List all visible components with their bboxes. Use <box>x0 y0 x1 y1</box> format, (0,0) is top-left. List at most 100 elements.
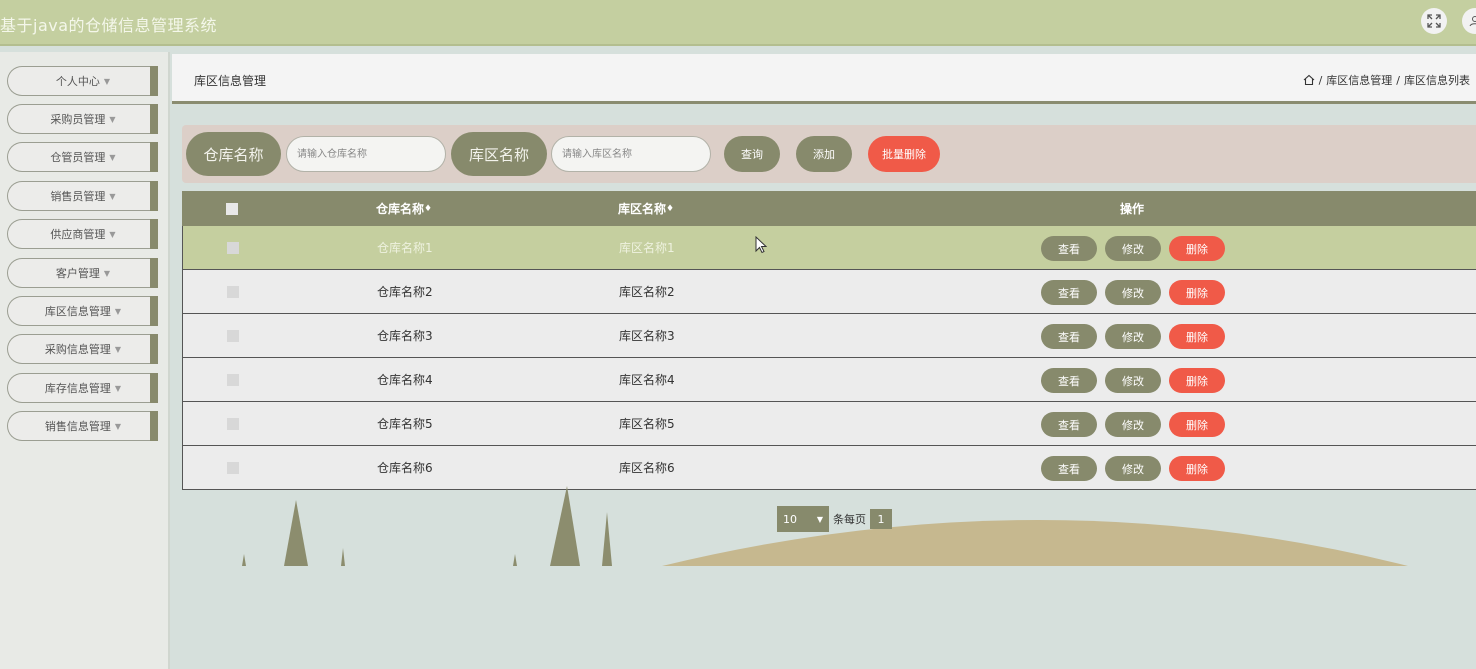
caret-down-icon: ▼ <box>114 383 122 393</box>
page-size-select[interactable]: 10 ▼ <box>777 506 829 532</box>
sidebar-item-salesperson[interactable]: 销售员管理 ▼ <box>7 181 158 211</box>
sidebar-item-marker <box>150 296 158 326</box>
sidebar-item-label: 销售信息管理 <box>44 420 111 433</box>
delete-button[interactable]: 删除 <box>1169 412 1225 437</box>
view-button[interactable]: 查看 <box>1041 456 1097 481</box>
caret-down-icon: ▼ <box>114 306 122 316</box>
sidebar-item-warehouse-keeper[interactable]: 仓管员管理 ▼ <box>7 142 158 172</box>
table-row[interactable]: 仓库名称4 库区名称4 查看 修改 删除 <box>182 358 1476 402</box>
view-button[interactable]: 查看 <box>1041 412 1097 437</box>
column-header-actions: 操作 <box>1120 202 1145 216</box>
row-actions: 查看 修改 删除 <box>1041 236 1225 261</box>
row-checkbox[interactable] <box>227 241 239 254</box>
column-header-warehouse[interactable]: 仓库名称 ♦ <box>376 191 432 226</box>
sidebar: 个人中心 ▼ 采购员管理 ▼ 仓管员管理 ▼ 销售员管理 ▼ 供应商管理 ▼ 客户管理 ▼ … <box>0 52 170 669</box>
table-row[interactable]: 仓库名称2 库区名称2 查看 修改 删除 <box>182 270 1476 314</box>
fullscreen-button[interactable] <box>1421 8 1447 34</box>
view-button[interactable]: 查看 <box>1041 280 1097 305</box>
sidebar-item-customer[interactable]: 客户管理 ▼ <box>7 258 158 288</box>
edit-button[interactable]: 修改 <box>1105 456 1161 481</box>
sidebar-item-label: 仓管员管理 <box>50 151 106 164</box>
column-header-label: 仓库名称 <box>376 202 425 216</box>
table-row[interactable]: 仓库名称5 库区名称5 查看 修改 删除 <box>182 402 1476 446</box>
caret-down-icon: ▼ <box>114 344 122 354</box>
zone-name-cell: 库区名称3 <box>619 329 675 343</box>
table-header: 仓库名称 ♦ 库区名称 ♦ 操作 <box>182 191 1476 226</box>
breadcrumb-bar: 库区信息管理 / 库区信息管理 / 库区信息列表 <box>172 54 1476 104</box>
view-button[interactable]: 查看 <box>1041 368 1097 393</box>
per-page-label: 条每页 <box>833 513 866 526</box>
query-button[interactable]: 查询 <box>724 136 780 172</box>
page-number-current[interactable]: 1 <box>870 509 892 529</box>
zone-name-input[interactable] <box>551 136 711 172</box>
row-checkbox[interactable] <box>227 461 239 474</box>
warehouse-name-cell: 仓库名称3 <box>377 329 433 343</box>
row-actions: 查看 修改 删除 <box>1041 368 1225 393</box>
row-checkbox[interactable] <box>227 329 239 342</box>
row-checkbox[interactable] <box>227 373 239 386</box>
pagination: 10 ▼ 条每页 1 <box>777 506 892 532</box>
column-header-zone[interactable]: 库区名称 ♦ <box>618 191 674 226</box>
warehouse-name-input[interactable] <box>286 136 446 172</box>
edit-button[interactable]: 修改 <box>1105 280 1161 305</box>
add-button[interactable]: 添加 <box>796 136 852 172</box>
fullscreen-icon <box>1427 14 1441 28</box>
zone-name-cell: 库区名称5 <box>619 417 675 431</box>
breadcrumb-item-zone-management[interactable]: 库区信息管理 <box>1326 72 1392 88</box>
mouse-cursor-icon <box>755 236 767 254</box>
view-button[interactable]: 查看 <box>1041 324 1097 349</box>
sidebar-item-label: 采购信息管理 <box>44 343 111 356</box>
delete-button[interactable]: 删除 <box>1169 324 1225 349</box>
app-title: 基于java的仓储信息管理系统 <box>0 16 218 35</box>
edit-button[interactable]: 修改 <box>1105 324 1161 349</box>
caret-down-icon: ▼ <box>109 229 116 239</box>
edit-button[interactable]: 修改 <box>1105 412 1161 437</box>
table-row[interactable]: 仓库名称3 库区名称3 查看 修改 删除 <box>182 314 1476 358</box>
sidebar-item-purchaser[interactable]: 采购员管理 ▼ <box>7 104 158 134</box>
sidebar-item-inventory-info[interactable]: 库存信息管理 ▼ <box>7 373 158 403</box>
batch-delete-button[interactable]: 批量删除 <box>868 136 940 172</box>
sidebar-item-label: 销售员管理 <box>50 190 106 203</box>
sidebar-item-label: 个人中心 <box>55 75 100 88</box>
sidebar-item-marker <box>150 219 158 249</box>
search-panel: 仓库名称 库区名称 查询 添加 批量删除 <box>182 125 1476 183</box>
zone-name-cell: 库区名称1 <box>619 241 675 255</box>
breadcrumb-separator: / <box>1396 73 1400 87</box>
breadcrumb-item-zone-list: 库区信息列表 <box>1404 74 1470 87</box>
sidebar-item-marker <box>150 142 158 172</box>
delete-button[interactable]: 删除 <box>1169 368 1225 393</box>
sort-icon: ♦ <box>666 203 675 214</box>
user-button[interactable] <box>1462 8 1476 34</box>
row-checkbox[interactable] <box>227 285 239 298</box>
caret-down-icon: ▼ <box>109 191 116 201</box>
sidebar-item-sales-info[interactable]: 销售信息管理 ▼ <box>7 411 158 441</box>
sidebar-item-zone-info[interactable]: 库区信息管理 ▼ <box>7 296 158 326</box>
delete-button[interactable]: 删除 <box>1169 280 1225 305</box>
home-icon[interactable] <box>1303 74 1315 86</box>
delete-button[interactable]: 删除 <box>1169 456 1225 481</box>
row-checkbox[interactable] <box>227 417 239 430</box>
sort-icon: ♦ <box>424 203 433 214</box>
sidebar-item-marker <box>150 334 158 364</box>
zone-name-cell: 库区名称4 <box>619 373 675 387</box>
user-icon <box>1469 16 1476 27</box>
edit-button[interactable]: 修改 <box>1105 236 1161 261</box>
edit-button[interactable]: 修改 <box>1105 368 1161 393</box>
zone-table: 仓库名称 ♦ 库区名称 ♦ 操作 仓库名称1 库区名称1 查看 修改 删除 仓库名称… <box>182 191 1476 490</box>
warehouse-name-cell: 仓库名称5 <box>377 417 433 431</box>
table-row[interactable]: 仓库名称1 库区名称1 查看 修改 删除 <box>182 226 1476 270</box>
sidebar-item-supplier[interactable]: 供应商管理 ▼ <box>7 219 158 249</box>
sidebar-item-marker <box>150 181 158 211</box>
delete-button[interactable]: 删除 <box>1169 236 1225 261</box>
view-button[interactable]: 查看 <box>1041 236 1097 261</box>
select-all-checkbox[interactable] <box>226 202 238 215</box>
row-actions: 查看 修改 删除 <box>1041 280 1225 305</box>
sidebar-item-purchase-info[interactable]: 采购信息管理 ▼ <box>7 334 158 364</box>
sidebar-item-marker <box>150 411 158 441</box>
sidebar-item-label: 采购员管理 <box>50 113 106 126</box>
caret-down-icon: ▼ <box>109 114 116 124</box>
sidebar-item-personal-center[interactable]: 个人中心 ▼ <box>7 66 158 96</box>
warehouse-name-label: 仓库名称 <box>186 132 281 176</box>
caret-down-icon: ▼ <box>109 152 116 162</box>
warehouse-name-cell: 仓库名称4 <box>377 373 433 387</box>
